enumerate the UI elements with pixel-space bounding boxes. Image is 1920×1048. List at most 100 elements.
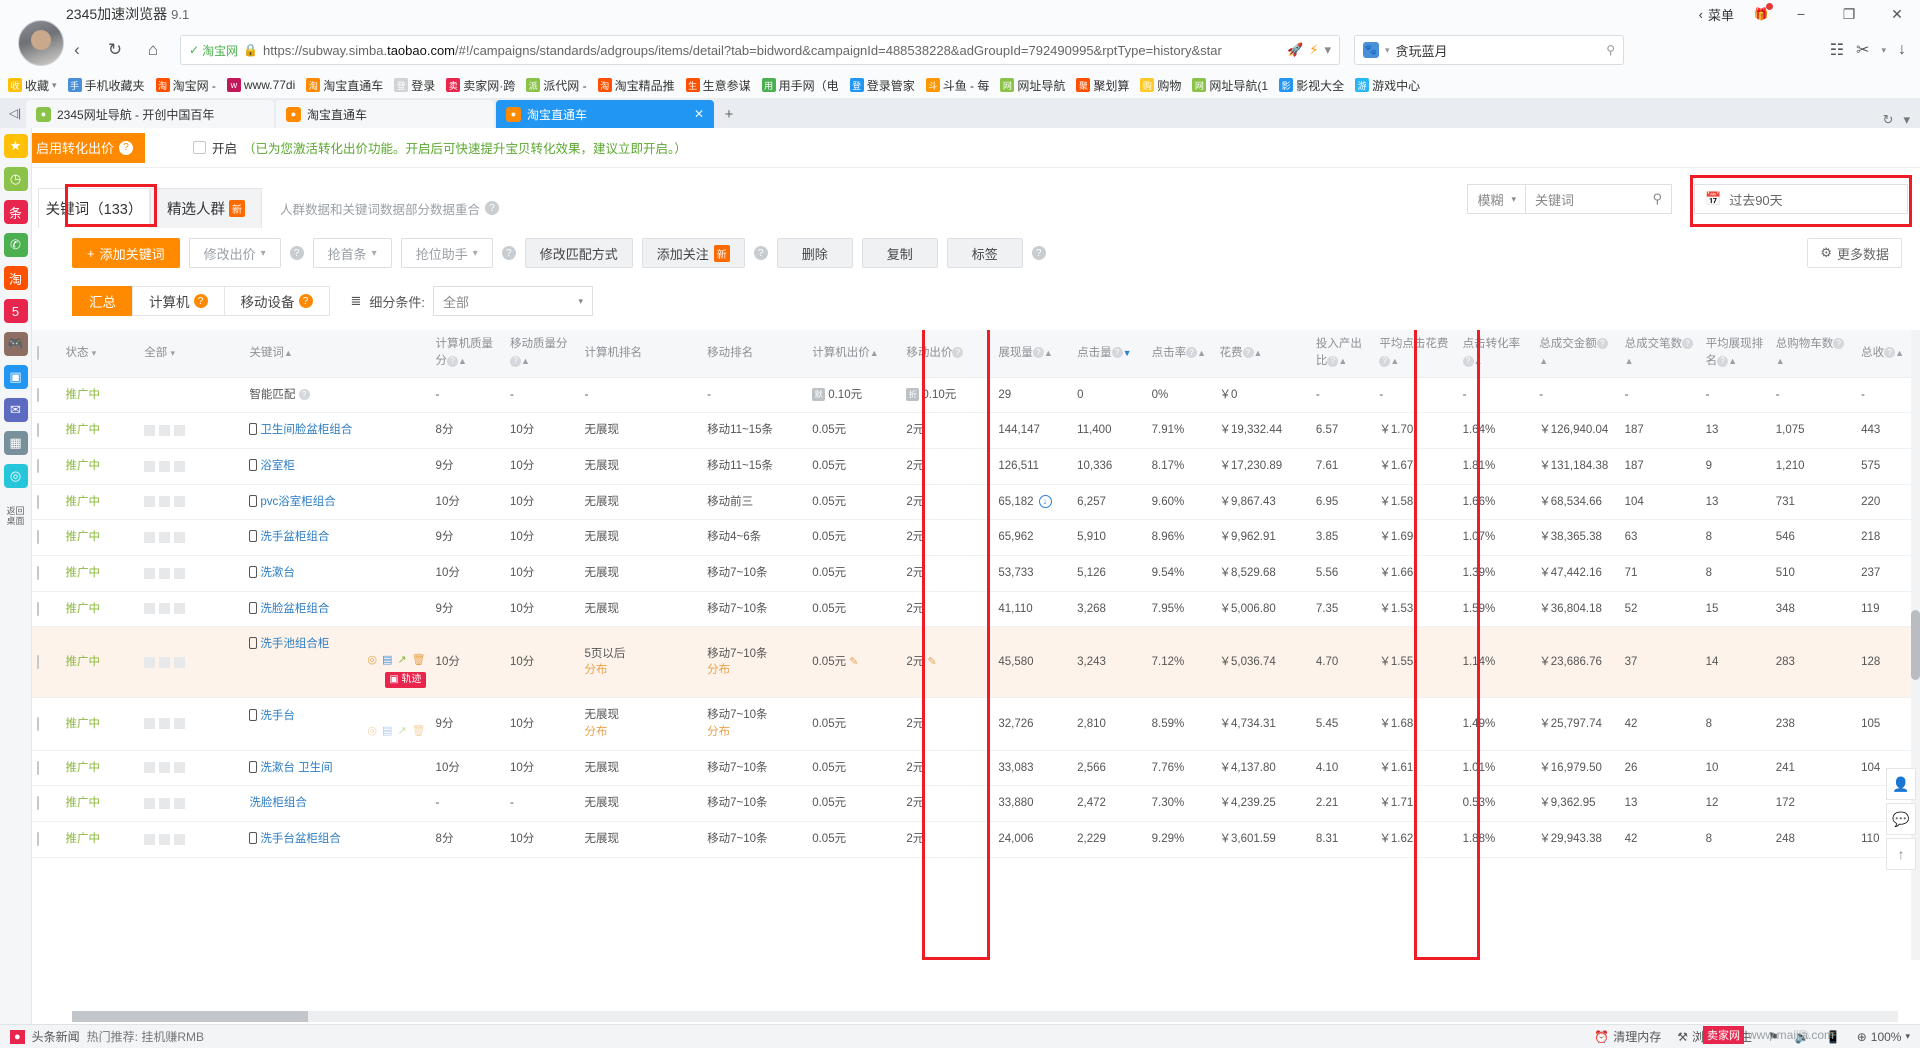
feedback-button[interactable]: 💬: [1886, 803, 1916, 835]
browser-tab[interactable]: ● 淘宝直通车 ✕: [496, 100, 714, 128]
help-icon[interactable]: ?: [1032, 347, 1044, 359]
bookmark-item[interactable]: 聚聚划算: [1076, 77, 1129, 94]
help-icon[interactable]: ?: [501, 246, 516, 260]
keyword-link[interactable]: 洗手池组合柜: [260, 638, 329, 650]
row-checkbox[interactable]: [37, 565, 39, 580]
bookmark-item[interactable]: 手手机收藏夹: [67, 77, 145, 94]
chevron-down-icon[interactable]: ▾: [1324, 42, 1331, 58]
col-all[interactable]: 全部 ▾: [139, 330, 245, 378]
bookmark-item[interactable]: 网网址导航: [1000, 77, 1065, 94]
col-mobile-quality[interactable]: 移动质量分? ▲: [505, 330, 580, 378]
bookmark-item[interactable]: 卖卖家网·跨: [446, 77, 515, 94]
table-row[interactable]: 推广中 洗手池组合柜 ◎ ▤ ↗ 🗑 ▣ 轨迹 10分 10分 5页以后 分布 移动7~10条 分布 0.…: [32, 626, 1920, 699]
star-icon[interactable]: ★: [3, 134, 28, 158]
help-icon[interactable]: ?: [1111, 347, 1123, 359]
table-row[interactable]: 推广中 洗手盆柜组合 9分 10分 无展现 移动4~6条 0.05元 2元 65,962 5,91…: [32, 519, 1920, 556]
search-icon[interactable]: ⚲: [1606, 43, 1615, 57]
table-row[interactable]: 推广中 洗漱台 10分 10分 无展现 移动7~10条 0.05元 2元 53,733 5,126…: [32, 555, 1920, 592]
bookmark-item[interactable]: w www.77di: [226, 78, 295, 92]
video-icon[interactable]: ▣: [3, 365, 28, 389]
number-icon[interactable]: 5: [3, 299, 28, 323]
help-icon[interactable]: ?: [1884, 347, 1896, 359]
headline-news-icon[interactable]: ●: [10, 1029, 25, 1044]
back-to-top-button[interactable]: ↑: [1886, 838, 1916, 870]
bookmark-item[interactable]: 登登录管家: [849, 77, 915, 94]
edit-icon[interactable]: ✎: [927, 656, 936, 668]
keyword-link[interactable]: 洗手台: [260, 710, 295, 722]
help-icon[interactable]: ?: [1682, 338, 1694, 350]
keyword-link[interactable]: 智能匹配: [249, 389, 295, 401]
scrollbar-thumb[interactable]: [1911, 610, 1920, 680]
col-mobile-bid[interactable]: 移动出价?: [901, 330, 994, 378]
table-row[interactable]: 推广中 洗手台 ◎ ▤ ↗ 🗑 9分 10分 无展现 分布 移动7~10条 分布 0.05元 2元 32,7…: [32, 697, 1920, 751]
new-tab-button[interactable]: +: [716, 100, 742, 128]
col-status[interactable]: 状态 ▾: [60, 330, 140, 378]
trend-icon[interactable]: ↗: [397, 653, 406, 669]
help-icon[interactable]: ?: [753, 246, 768, 260]
table-row[interactable]: 推广中 洗脸柜组合 - - 无展现 移动7~10条 0.05元 2元 33,880 2,472 7.…: [32, 785, 1920, 822]
tab-list-icon[interactable]: ▾: [1903, 112, 1910, 128]
keyword-link[interactable]: pvc浴室柜组合: [260, 496, 335, 508]
keyword-search-input[interactable]: 关键词: [1535, 190, 1574, 209]
help-icon[interactable]: ?: [447, 355, 459, 367]
close-button[interactable]: ✕: [1874, 0, 1920, 28]
headline-icon[interactable]: 条: [3, 200, 28, 224]
enable-checkbox[interactable]: [193, 141, 207, 154]
bookmark-item[interactable]: 购购物: [1140, 77, 1181, 94]
row-checkbox[interactable]: [37, 716, 39, 731]
add-follow-button[interactable]: 添加关注 新: [641, 238, 745, 268]
download-icon[interactable]: ↓: [1898, 41, 1906, 59]
close-icon[interactable]: ✕: [694, 107, 704, 121]
col-spend[interactable]: 花费? ▲: [1214, 330, 1311, 378]
bookmark-item[interactable]: 登登录: [394, 77, 435, 94]
apps-grid-icon[interactable]: ☷: [1830, 40, 1844, 60]
clock-icon[interactable]: ◷: [3, 167, 28, 191]
scissors-icon[interactable]: ✂: [1856, 40, 1869, 60]
maximize-button[interactable]: ❐: [1826, 0, 1872, 28]
row-checkbox[interactable]: [37, 530, 39, 545]
gift-button[interactable]: 🎁: [1746, 0, 1776, 28]
help-icon[interactable]: ?: [1462, 355, 1474, 367]
col-select-all[interactable]: [32, 330, 61, 378]
address-bar[interactable]: ✓ 淘宝网 🔒 https://subway.simba.taobao.com/…: [180, 35, 1340, 65]
col-roi[interactable]: 投入产出比? ▲: [1310, 330, 1375, 378]
clear-memory-button[interactable]: ⏰ 清理内存: [1594, 1028, 1661, 1045]
search-engine-chevron-icon[interactable]: ▾: [1385, 45, 1390, 56]
browser-search-bar[interactable]: 🐾 ▾ 贪玩蓝月 ⚲: [1354, 35, 1624, 65]
row-checkbox[interactable]: [37, 832, 39, 846]
taobao-icon[interactable]: 淘: [3, 266, 28, 290]
compass-icon[interactable]: ◎: [3, 464, 28, 488]
tag-button[interactable]: 标签: [946, 238, 1023, 268]
browser-tab[interactable]: ● 2345网址导航 - 开创中国百年: [26, 100, 274, 128]
bookmark-item[interactable]: 网网址导航(1: [1192, 77, 1268, 94]
row-checkbox[interactable]: [37, 387, 39, 402]
bookmark-item[interactable]: 淘淘宝直通车: [306, 77, 383, 94]
keyword-link[interactable]: 洗手盆柜组合: [260, 531, 329, 543]
bookmark-item[interactable]: 影影视大全: [1279, 77, 1344, 94]
match-mode-select[interactable]: 模糊 ▾: [1467, 184, 1526, 214]
row-checkbox[interactable]: [37, 458, 39, 473]
help-icon[interactable]: ?: [298, 294, 313, 308]
target-icon[interactable]: ◎: [367, 724, 377, 740]
keyword-link[interactable]: 卫生间脸盆柜组合: [260, 424, 352, 436]
keyword-link[interactable]: 洗漱台: [260, 567, 295, 579]
keyword-link[interactable]: 浴室柜: [260, 460, 295, 472]
bookmark-item[interactable]: 斗斗鱼 - 每: [925, 77, 989, 94]
table-row[interactable]: 推广中 洗漱台 卫生间 10分 10分 无展现 移动7~10条 0.05元 2元 33,083 2…: [32, 750, 1920, 787]
trash-icon[interactable]: 🗑: [412, 653, 426, 669]
col-total-orders[interactable]: 总成交笔数 ? ▲: [1619, 330, 1701, 378]
col-pc-rank[interactable]: 计算机排名: [579, 330, 703, 378]
bookmark-item[interactable]: 游游戏中心: [1355, 77, 1420, 94]
chart-icon[interactable]: ▤: [382, 653, 392, 669]
col-keyword[interactable]: 关键词▲: [244, 330, 431, 378]
keyword-link[interactable]: 洗手台盆柜组合: [260, 833, 341, 845]
row-checkbox[interactable]: [37, 654, 39, 669]
help-icon[interactable]: ?: [298, 388, 310, 400]
help-icon[interactable]: ?: [952, 347, 964, 359]
segment-computer[interactable]: 计算机 ?: [132, 286, 225, 316]
col-clicks[interactable]: 点击量? ▼: [1072, 330, 1147, 378]
scrollbar-thumb[interactable]: [72, 1011, 308, 1022]
bookmark-item[interactable]: 收收藏 ▾: [8, 77, 57, 94]
trash-icon[interactable]: 🗑: [412, 724, 426, 740]
col-avg-impr-rank[interactable]: 平均展现排名? ▲: [1700, 330, 1771, 378]
